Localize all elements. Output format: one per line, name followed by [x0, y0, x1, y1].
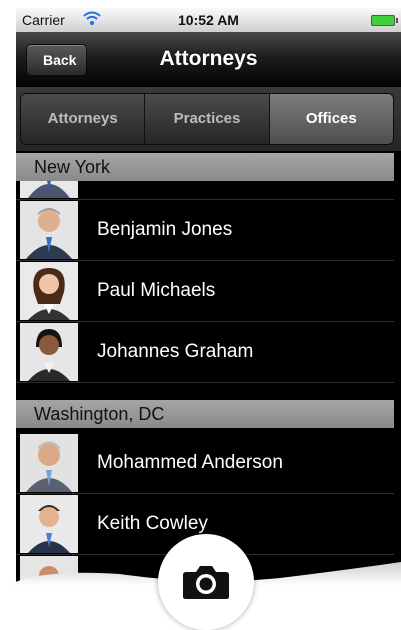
tab-attorneys[interactable]: Attorneys: [21, 94, 146, 144]
camera-icon: [183, 566, 229, 599]
avatar: [20, 323, 78, 381]
section-header: Washington, DC: [16, 400, 394, 428]
clock: 10:52 AM: [178, 12, 239, 28]
segmented-control: Attorneys Practices Offices: [20, 93, 394, 145]
avatar: [20, 434, 78, 492]
section-header: New York: [16, 153, 394, 181]
segment-toolbar: Attorneys Practices Offices: [16, 87, 401, 151]
battery-icon: [371, 15, 398, 26]
avatar: [20, 201, 78, 259]
tab-offices[interactable]: Offices: [269, 94, 393, 144]
attorney-name: Benjamin Jones: [97, 219, 233, 240]
list-item[interactable]: Johannes Graham: [16, 322, 394, 383]
attorney-name: Mohammed Anderson: [97, 452, 283, 473]
camera-button[interactable]: [158, 534, 254, 630]
list-item[interactable]: Mohammed Anderson: [16, 433, 394, 494]
page-title: Attorneys: [159, 47, 258, 70]
list-item[interactable]: Paul Michaels: [16, 261, 394, 322]
tab-practices[interactable]: Practices: [145, 94, 270, 144]
status-bar: Carrier 10:52 AM: [16, 8, 401, 32]
navigation-bar: Back Attorneys: [16, 32, 401, 87]
avatar: [20, 495, 78, 553]
avatar: [20, 556, 78, 614]
attorney-name: Paul Michaels: [97, 280, 216, 301]
attorney-name: Johannes Graham: [97, 341, 254, 362]
avatar: [20, 262, 78, 320]
list-item[interactable]: Benjamin Jones: [16, 200, 394, 261]
